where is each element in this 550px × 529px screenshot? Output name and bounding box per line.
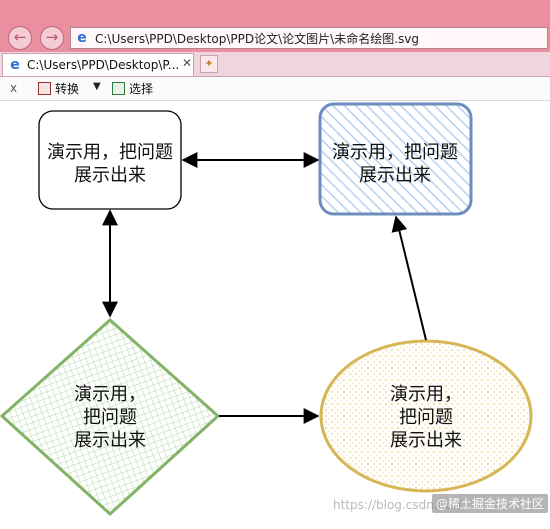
new-tab-button[interactable]: ✦ (200, 55, 218, 73)
decision-diamond[interactable]: 演示用， 把问题 展示出来 (0, 317, 221, 517)
browser-titlebar: ← → e C:\Users\PPD\Desktop\PPD论文\论文图片\未命… (0, 0, 550, 52)
select-button[interactable]: 选择 (112, 80, 153, 98)
ellipse-text-line2: 把问题 (399, 407, 453, 428)
tab-current[interactable]: e C:\Users\PPD\Desktop\P... ✕ (2, 53, 194, 76)
address-bar[interactable]: e C:\Users\PPD\Desktop\PPD论文\论文图片\未命名绘图.… (70, 27, 548, 49)
select-label: 选择 (129, 82, 154, 96)
ellipse-text-line1: 演示用， (390, 384, 462, 405)
box1-text-line1: 演示用，把问题 (47, 142, 173, 163)
box2-text-line2: 展示出来 (359, 165, 431, 186)
select-icon (112, 82, 125, 95)
diamond-text-line2: 把问题 (83, 407, 137, 428)
toolbar-close-icon[interactable]: x (10, 81, 17, 95)
back-button[interactable]: ← (8, 26, 32, 50)
ellipse-text-line3: 展示出来 (390, 430, 462, 451)
tab-strip: e C:\Users\PPD\Desktop\P... ✕ ✦ (0, 52, 550, 77)
chevron-down-icon[interactable]: ▼ (93, 81, 101, 92)
svg-canvas: 演示用，把问题 展示出来 演示用，把问题 展示出来 演示用， 把问题 展示出来 … (0, 101, 550, 525)
forward-button[interactable]: → (40, 26, 64, 50)
diamond-text-line1: 演示用， (74, 384, 146, 405)
diagram-svg: 演示用，把问题 展示出来 演示用，把问题 展示出来 演示用， 把问题 展示出来 … (0, 102, 533, 517)
connector-ellipse-box2[interactable] (391, 215, 427, 341)
convert-label: 转换 (55, 82, 80, 96)
tab-label: C:\Users\PPD\Desktop\P... (27, 58, 180, 72)
pdf-convert-icon (38, 82, 51, 95)
box2-text-line1: 演示用，把问题 (332, 142, 458, 163)
ie-icon: e (77, 30, 87, 46)
address-text: C:\Users\PPD\Desktop\PPD论文\论文图片\未命名绘图.sv… (95, 32, 419, 46)
box1-text-line2: 展示出来 (74, 165, 146, 186)
command-toolbar: x 转换 ▼ 选择 (0, 77, 550, 101)
tab-close-icon[interactable]: ✕ (182, 56, 192, 70)
diamond-text-line3: 展示出来 (74, 430, 146, 451)
process-box-1[interactable]: 演示用，把问题 展示出来 (38, 110, 182, 210)
convert-button[interactable]: 转换 (38, 80, 79, 98)
watermark-badge: @稀土掘金技术社区 (432, 494, 549, 513)
ie-icon: e (10, 57, 20, 73)
process-box-2[interactable]: 演示用，把问题 展示出来 (318, 102, 473, 216)
terminal-ellipse[interactable]: 演示用， 把问题 展示出来 (319, 339, 533, 493)
